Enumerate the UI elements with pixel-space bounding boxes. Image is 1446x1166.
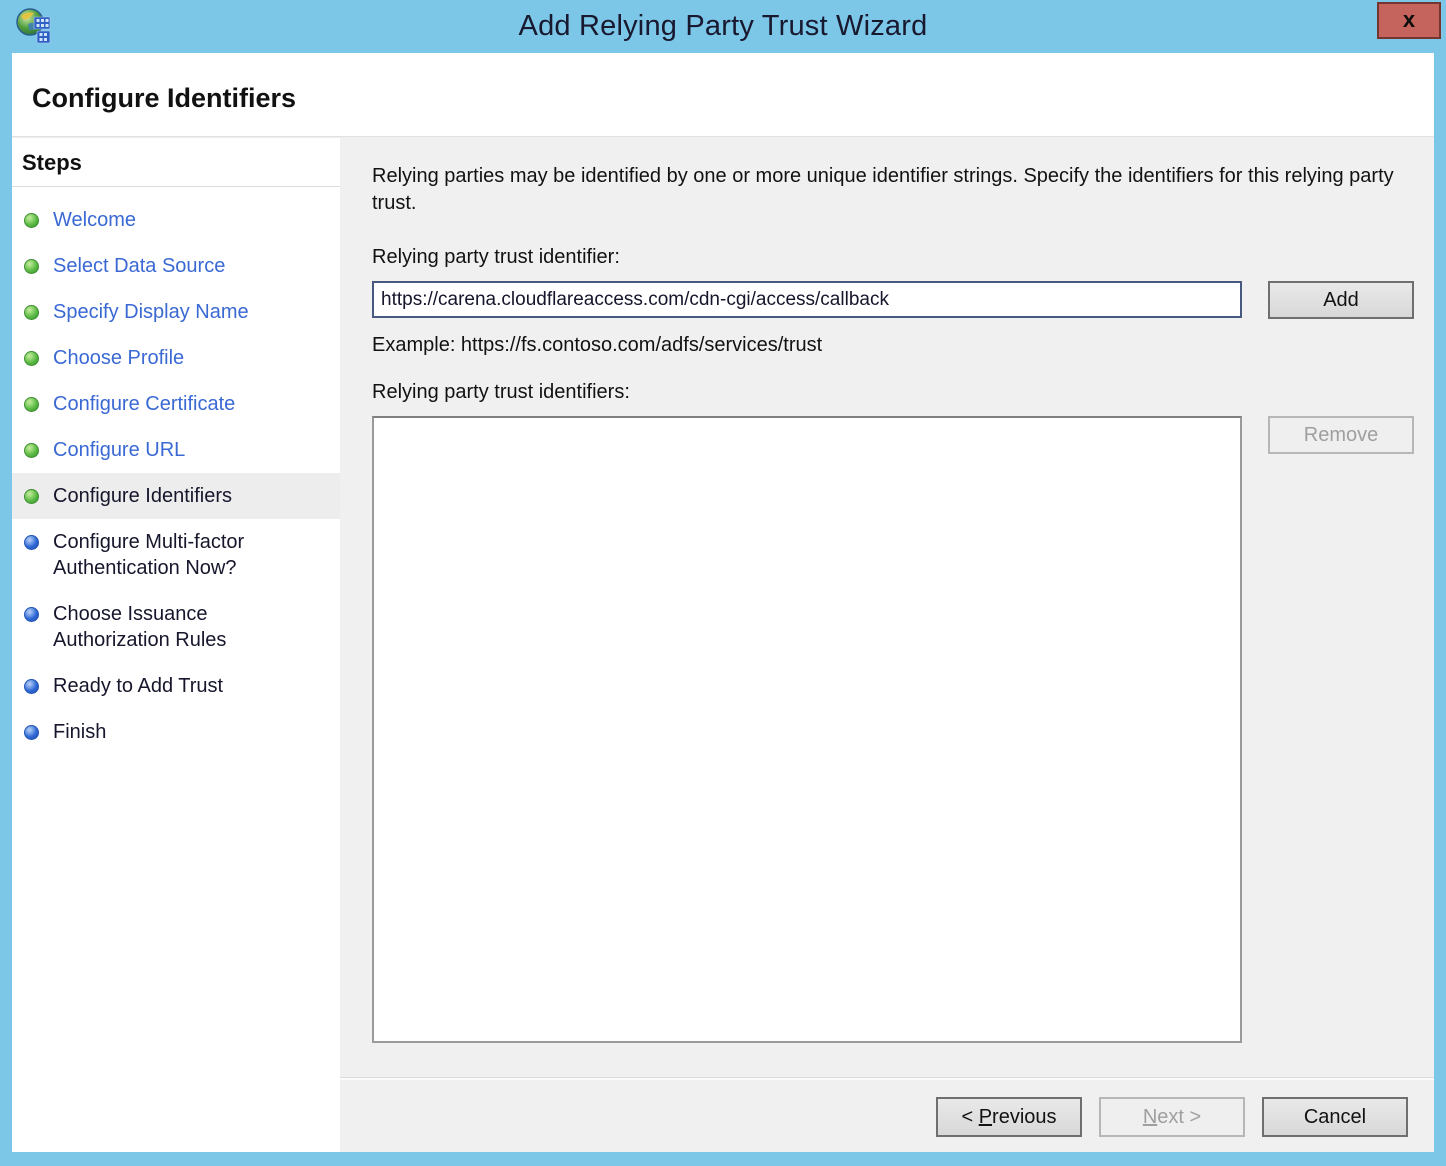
titlebar: Add Relying Party Trust Wizard x bbox=[0, 0, 1446, 53]
step-completed-icon bbox=[24, 397, 39, 412]
step-ready-to-add-trust[interactable]: Ready to Add Trust bbox=[12, 663, 340, 709]
main-panel: Relying parties may be identified by one… bbox=[340, 137, 1434, 1152]
step-completed-icon bbox=[24, 259, 39, 274]
wizard-frame: Configure Identifiers Steps Welcome Sele… bbox=[12, 53, 1434, 1152]
step-completed-icon bbox=[24, 351, 39, 366]
add-button[interactable]: Add bbox=[1268, 281, 1414, 319]
step-specify-display-name[interactable]: Specify Display Name bbox=[12, 289, 340, 335]
step-completed-icon bbox=[24, 213, 39, 228]
step-finish[interactable]: Finish bbox=[12, 709, 340, 755]
next-button[interactable]: Next > bbox=[1099, 1097, 1245, 1137]
step-configure-url[interactable]: Configure URL bbox=[12, 427, 340, 473]
identifiers-listbox[interactable] bbox=[372, 416, 1242, 1043]
page-title: Configure Identifiers bbox=[32, 83, 1434, 114]
footer-bar: < Previous Next > Cancel bbox=[340, 1078, 1434, 1152]
step-choose-issuance-rules[interactable]: Choose Issuance Authorization Rules bbox=[12, 591, 340, 663]
identifier-input[interactable] bbox=[372, 281, 1242, 318]
step-configure-certificate[interactable]: Configure Certificate bbox=[12, 381, 340, 427]
step-current-icon bbox=[24, 489, 39, 504]
step-select-data-source[interactable]: Select Data Source bbox=[12, 243, 340, 289]
step-configure-identifiers[interactable]: Configure Identifiers bbox=[12, 473, 340, 519]
page-header: Configure Identifiers bbox=[12, 53, 1434, 137]
step-configure-multifactor[interactable]: Configure Multi-factor Authentication No… bbox=[12, 519, 340, 591]
cancel-button[interactable]: Cancel bbox=[1262, 1097, 1408, 1137]
step-upcoming-icon bbox=[24, 679, 39, 694]
close-button[interactable]: x bbox=[1377, 2, 1441, 39]
identifiers-list-label: Relying party trust identifiers: bbox=[372, 381, 1414, 404]
example-text: Example: https://fs.contoso.com/adfs/ser… bbox=[372, 334, 1414, 357]
identifier-input-label: Relying party trust identifier: bbox=[372, 246, 1414, 269]
window-title: Add Relying Party Trust Wizard bbox=[519, 10, 928, 43]
wizard-window: Add Relying Party Trust Wizard x Configu… bbox=[0, 0, 1446, 1166]
step-choose-profile[interactable]: Choose Profile bbox=[12, 335, 340, 381]
step-welcome[interactable]: Welcome bbox=[12, 197, 340, 243]
previous-button[interactable]: < Previous bbox=[936, 1097, 1082, 1137]
step-completed-icon bbox=[24, 443, 39, 458]
step-completed-icon bbox=[24, 305, 39, 320]
adfs-app-icon bbox=[14, 7, 56, 47]
steps-sidebar: Steps Welcome Select Data Source Specify… bbox=[12, 137, 340, 1152]
remove-button[interactable]: Remove bbox=[1268, 416, 1414, 454]
steps-header: Steps bbox=[12, 137, 340, 187]
intro-text: Relying parties may be identified by one… bbox=[372, 163, 1394, 217]
step-upcoming-icon bbox=[24, 725, 39, 740]
steps-list: Welcome Select Data Source Specify Displ… bbox=[12, 187, 340, 755]
step-upcoming-icon bbox=[24, 607, 39, 622]
step-upcoming-icon bbox=[24, 535, 39, 550]
